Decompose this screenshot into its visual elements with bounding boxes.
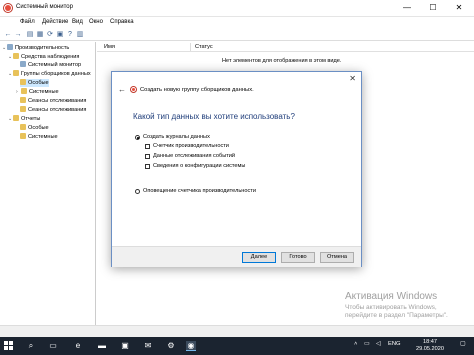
- performance-counter-label: Счетчик производительности: [153, 143, 229, 149]
- performance-counter-checkbox[interactable]: [145, 144, 150, 149]
- properties-icon[interactable]: ▥: [76, 31, 84, 39]
- menu-window[interactable]: Окно: [89, 19, 103, 25]
- up-icon[interactable]: ▤: [26, 31, 34, 39]
- forward-icon[interactable]: →: [14, 31, 22, 39]
- explorer-icon[interactable]: ▬: [97, 341, 107, 351]
- search-icon[interactable]: ⌕: [26, 341, 36, 351]
- tree-item-monitoring-tools[interactable]: ⌄ Средства наблюдения: [8, 53, 79, 61]
- tree-item-startup-trace-sessions[interactable]: Сеансы отслеживания: [20, 106, 86, 114]
- refresh-icon[interactable]: ⟳: [46, 31, 54, 39]
- system-config-label: Сведения о конфигурации системы: [153, 163, 246, 169]
- menu-file[interactable]: Файл: [20, 19, 35, 25]
- folder-icon: [20, 124, 26, 130]
- performance-icon: [7, 44, 13, 50]
- notifications-icon[interactable]: ▢: [460, 341, 465, 347]
- folder-icon: [20, 79, 26, 85]
- menu-help[interactable]: Справка: [110, 19, 134, 25]
- menu-bar: Файл Действие Вид Окно Справка: [0, 17, 474, 29]
- tree-item-event-trace-sessions[interactable]: Сеансы отслеживания: [20, 97, 86, 105]
- tree-item-reports[interactable]: ⌄ Отчеты: [8, 115, 40, 123]
- folder-icon: [21, 88, 27, 94]
- performance-monitor-taskbar-icon[interactable]: ◉: [186, 341, 196, 351]
- store-icon[interactable]: ▣: [120, 341, 130, 351]
- folder-icon: [20, 133, 26, 139]
- column-name[interactable]: Имя: [104, 44, 115, 50]
- maximize-button[interactable]: ☐: [420, 0, 446, 16]
- title-bar: Системный монитор — ☐ ✕: [0, 0, 474, 17]
- dialog-close-button[interactable]: ✕: [349, 74, 356, 83]
- tree-item-system[interactable]: › Системные: [16, 88, 59, 96]
- chart-icon: [20, 61, 26, 67]
- menu-view[interactable]: Вид: [72, 19, 83, 25]
- column-status[interactable]: Статус: [195, 44, 213, 50]
- network-icon[interactable]: ▭: [364, 341, 369, 347]
- event-trace-checkbox[interactable]: [145, 154, 150, 159]
- activation-watermark-line: Чтобы активировать Windows,: [345, 304, 437, 311]
- folder-icon: [13, 70, 19, 76]
- language-indicator[interactable]: ENG: [388, 341, 401, 347]
- tree-item-data-collector-sets[interactable]: ⌄ Группы сборщиков данных: [8, 70, 91, 78]
- create-data-collector-set-dialog: ✕ ← Создать новую группу сборщиков данны…: [111, 71, 362, 267]
- menu-action[interactable]: Действие: [42, 19, 68, 25]
- performance-monitor-icon: [3, 3, 13, 13]
- finish-button[interactable]: Готово: [281, 252, 315, 263]
- clock[interactable]: 18:47 29.05.2020: [416, 339, 444, 353]
- cancel-button[interactable]: Отмена: [320, 252, 354, 263]
- console-tree-icon[interactable]: ▦: [36, 31, 44, 39]
- tree-item-performance[interactable]: ⌄ Производительность: [2, 44, 69, 52]
- start-button[interactable]: [4, 341, 14, 351]
- window-title: Системный монитор: [16, 4, 73, 10]
- help-icon[interactable]: ?: [66, 31, 74, 39]
- list-header: [97, 42, 474, 52]
- performance-alert-label: Оповещение счетчика производительности: [143, 188, 256, 194]
- edge-icon[interactable]: e: [73, 341, 83, 351]
- dialog-back-button[interactable]: ←: [118, 85, 126, 94]
- wizard-icon: [130, 86, 137, 93]
- console-tree: ⌄ Производительность ⌄ Средства наблюдения…: [0, 42, 96, 337]
- export-icon[interactable]: ▣: [56, 31, 64, 39]
- settings-app-icon[interactable]: ⚙: [166, 341, 176, 351]
- next-button[interactable]: Далее: [242, 252, 276, 263]
- back-icon[interactable]: ←: [4, 31, 12, 39]
- toolbar: ← → ▤ ▦ ⟳ ▣ ? ▥: [0, 29, 474, 41]
- status-bar: [0, 325, 474, 337]
- tree-item-system-monitor[interactable]: Системный монитор: [20, 61, 81, 69]
- create-logs-label: Создать журналы данных: [143, 134, 210, 140]
- dialog-question: Какой тип данных вы хотите использовать?: [133, 112, 295, 121]
- dialog-title: Создать новую группу сборщиков данных.: [140, 87, 254, 93]
- tree-item-reports-system[interactable]: Системные: [20, 133, 58, 141]
- taskbar: ⌕ ▭ e ▬ ▣ ✉ ⚙ ◉ ˄ ▭ ◁ ENG 18:47 29.05.20…: [0, 337, 474, 355]
- clock-date: 29.05.2020: [416, 346, 444, 352]
- folder-icon: [13, 53, 19, 59]
- close-button[interactable]: ✕: [446, 0, 472, 16]
- performance-alert-radio[interactable]: [135, 189, 140, 194]
- event-trace-label: Данные отслеживания событий: [153, 153, 236, 159]
- system-config-checkbox[interactable]: [145, 164, 150, 169]
- task-view-icon[interactable]: ▭: [48, 341, 58, 351]
- tray-up-icon[interactable]: ˄: [354, 341, 357, 347]
- tree-item-user-defined[interactable]: Особые: [20, 79, 49, 87]
- volume-icon[interactable]: ◁: [376, 341, 380, 347]
- column-divider[interactable]: [190, 43, 191, 51]
- clock-time: 18:47: [423, 339, 437, 345]
- minimize-button[interactable]: —: [394, 0, 420, 16]
- folder-icon: [13, 115, 19, 121]
- tree-item-reports-user-defined[interactable]: Особые: [20, 124, 49, 132]
- activation-watermark-title: Активация Windows: [345, 291, 438, 302]
- mail-icon[interactable]: ✉: [143, 341, 153, 351]
- folder-icon: [20, 106, 26, 112]
- create-logs-radio[interactable]: [135, 135, 140, 140]
- empty-list-message: Нет элементов для отображения в этом вид…: [222, 58, 342, 64]
- activation-watermark-line: перейдите в раздел "Параметры".: [345, 312, 448, 319]
- folder-icon: [20, 97, 26, 103]
